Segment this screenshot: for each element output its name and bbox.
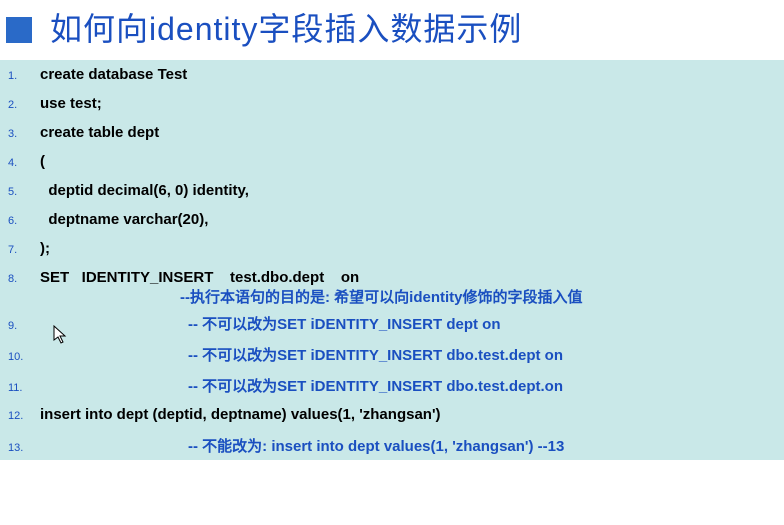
comment-line: 13. -- 不能改为: insert into dept values(1, … [0, 435, 784, 456]
code-text: SET IDENTITY_INSERT test.dbo.dept on [40, 269, 359, 286]
page-title: 如何向identity字段插入数据示例 [50, 4, 522, 50]
code-text: deptname varchar(20), [40, 211, 208, 228]
comment-text: -- 不可以改为SET iDENTITY_INSERT dept on [40, 313, 501, 334]
title-bar: 如何向identity字段插入数据示例 [0, 0, 784, 60]
code-text: create database Test [40, 66, 187, 83]
line-number: 9. [8, 320, 40, 332]
code-text: ( [40, 153, 45, 170]
comment-line: 9. -- 不可以改为SET iDENTITY_INSERT dept on [0, 313, 784, 334]
comment-line: 11. -- 不可以改为SET iDENTITY_INSERT dbo.test… [0, 375, 784, 396]
line-number: 8. [8, 273, 40, 285]
line-number: 6. [8, 215, 40, 227]
code-text: deptid decimal(6, 0) identity, [40, 182, 249, 199]
comment-text: --执行本语句的目的是: 希望可以向identity修饰的字段插入值 [180, 286, 583, 307]
code-line: 5. deptid decimal(6, 0) identity, [0, 182, 784, 199]
code-text: use test; [40, 95, 102, 112]
code-line: 12. insert into dept (deptid, deptname) … [0, 406, 784, 423]
line-number: 11. [8, 382, 40, 394]
comment-line: --执行本语句的目的是: 希望可以向identity修饰的字段插入值 [0, 286, 784, 307]
comment-text: -- 不可以改为SET iDENTITY_INSERT dbo.test.dep… [40, 375, 563, 396]
code-line: 3. create table dept [0, 124, 784, 141]
code-text: insert into dept (deptid, deptname) valu… [40, 406, 441, 423]
comment-text: -- 不能改为: insert into dept values(1, 'zha… [40, 435, 564, 456]
code-block: 1. create database Test 2. use test; 3. … [0, 60, 784, 460]
line-number: 10. [8, 351, 40, 363]
code-line: 4. ( [0, 153, 784, 170]
line-number: 12. [8, 410, 40, 422]
comment-line: 10. -- 不可以改为SET iDENTITY_INSERT dbo.test… [0, 344, 784, 365]
code-line: 2. use test; [0, 95, 784, 112]
line-number: 13. [8, 442, 40, 454]
code-line: 7. ); [0, 240, 784, 257]
code-text: create table dept [40, 124, 159, 141]
code-line: 1. create database Test [0, 66, 784, 83]
code-line: 6. deptname varchar(20), [0, 211, 784, 228]
title-marker-icon [6, 17, 32, 43]
comment-text: -- 不可以改为SET iDENTITY_INSERT dbo.test.dep… [40, 344, 563, 365]
code-line: 8. SET IDENTITY_INSERT test.dbo.dept on [0, 269, 784, 286]
code-text: ); [40, 240, 50, 257]
line-number: 2. [8, 99, 40, 111]
line-number: 5. [8, 186, 40, 198]
line-number: 3. [8, 128, 40, 140]
line-number: 4. [8, 157, 40, 169]
line-number: 1. [8, 70, 40, 82]
line-number: 7. [8, 244, 40, 256]
